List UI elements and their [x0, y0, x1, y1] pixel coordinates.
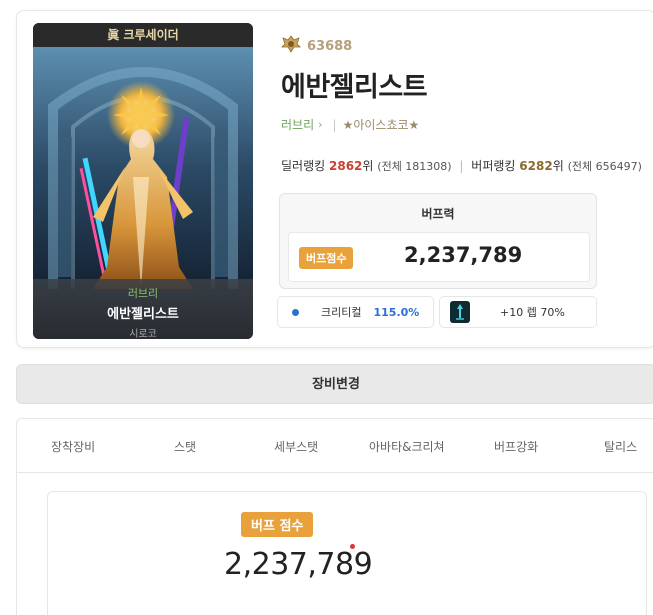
buffer-rank-total: (전체 656497): [567, 160, 642, 173]
adventure-name[interactable]: 러브리: [281, 116, 314, 133]
character-sub-info: 러브리 › | ★아이스쵸코★: [281, 116, 642, 133]
buff-score-card-badge: 버프 점수: [241, 512, 314, 537]
ranking-row: 딜러랭킹 2862위 (전체 181308) | 버퍼랭킹 6282위 (전체 …: [281, 157, 642, 174]
buff-power-heading: 버프력: [421, 207, 455, 221]
crit-dot-icon: [292, 308, 299, 316]
buffer-rank-label: 버퍼랭킹: [471, 159, 516, 173]
buff-score-value: 2,237,789: [404, 243, 523, 267]
buff-score-card: 버프 점수 2,237,789: [47, 491, 647, 615]
buff-power-box: 버프력 버프점수 2,237,789: [279, 193, 597, 289]
character-portrait: 眞 크루세이더 러브리 에반젤리스트 시로코: [33, 23, 253, 339]
dealer-rank-total: (전체 181308): [377, 160, 452, 173]
tab-buff-enhance[interactable]: 버프강화: [494, 438, 538, 455]
character-footer: 러브리 에반젤리스트 시로코: [33, 279, 253, 339]
character-name: 에반젤리스트: [281, 72, 428, 103]
fame-crest-icon: [281, 35, 301, 57]
dealer-rank-value: 2862: [329, 159, 363, 173]
tab-bar: 장착장비 스탯 세부스탯 아바타&크리쳐 버프강화 탈리스: [17, 419, 653, 473]
equip-change-button[interactable]: 장비변경: [16, 364, 653, 404]
class-banner: 眞 크루세이더: [33, 23, 253, 47]
character-name-small: 에반젤리스트: [107, 307, 179, 322]
character-artwork: [33, 47, 253, 289]
server-name: 시로코: [129, 329, 157, 339]
tab-equipment[interactable]: 장착장비: [51, 438, 95, 455]
item-stat[interactable]: +10 렙 70%: [439, 296, 597, 328]
tab-detail-stats[interactable]: 세부스탯: [274, 438, 318, 455]
character-profile-card: 眞 크루세이더 러브리 에반젤리스트 시로코 63688 에반젤리스트 러브리 …: [16, 10, 653, 348]
tab-stats[interactable]: 스탯: [174, 438, 196, 455]
tab-avatar-creature[interactable]: 아바타&크리쳐: [369, 438, 445, 455]
notice-dot-icon: [350, 544, 355, 549]
rank-divider: |: [459, 159, 464, 173]
chevron-right-icon[interactable]: ›: [318, 118, 322, 131]
weapon-item-icon: [450, 301, 470, 323]
buff-score-card-value: 2,237,789: [224, 547, 373, 582]
buffer-rank-value: 6282: [519, 159, 553, 173]
buff-score-badge: 버프점수: [299, 247, 354, 269]
critical-value: 115.0%: [373, 305, 420, 319]
critical-stat: 크리티컬 115.0%: [277, 296, 434, 328]
detail-panel: 장착장비 스탯 세부스탯 아바타&크리쳐 버프강화 탈리스 버프 점수 2,23…: [16, 418, 653, 615]
critical-label: 크리티컬: [321, 306, 362, 319]
separator: |: [332, 117, 337, 132]
dealer-rank-suffix: 위: [362, 159, 374, 173]
dealer-rank-label: 딜러랭킹: [281, 159, 326, 173]
fame-value: 63688: [307, 38, 353, 54]
tab-talisman[interactable]: 탈리스: [604, 438, 637, 455]
character-info: 63688 에반젤리스트 러브리 › | ★아이스쵸코★ 딜러랭킹 2862위 …: [281, 35, 642, 174]
guild-name[interactable]: 러브리: [33, 285, 253, 301]
buffer-rank-suffix: 위: [552, 159, 564, 173]
title-tag: ★아이스쵸코★: [342, 118, 420, 132]
item-stat-text: +10 렙 70%: [500, 306, 565, 319]
fame-row: 63688: [281, 35, 642, 57]
buff-score-row: 버프점수 2,237,789: [288, 232, 590, 282]
